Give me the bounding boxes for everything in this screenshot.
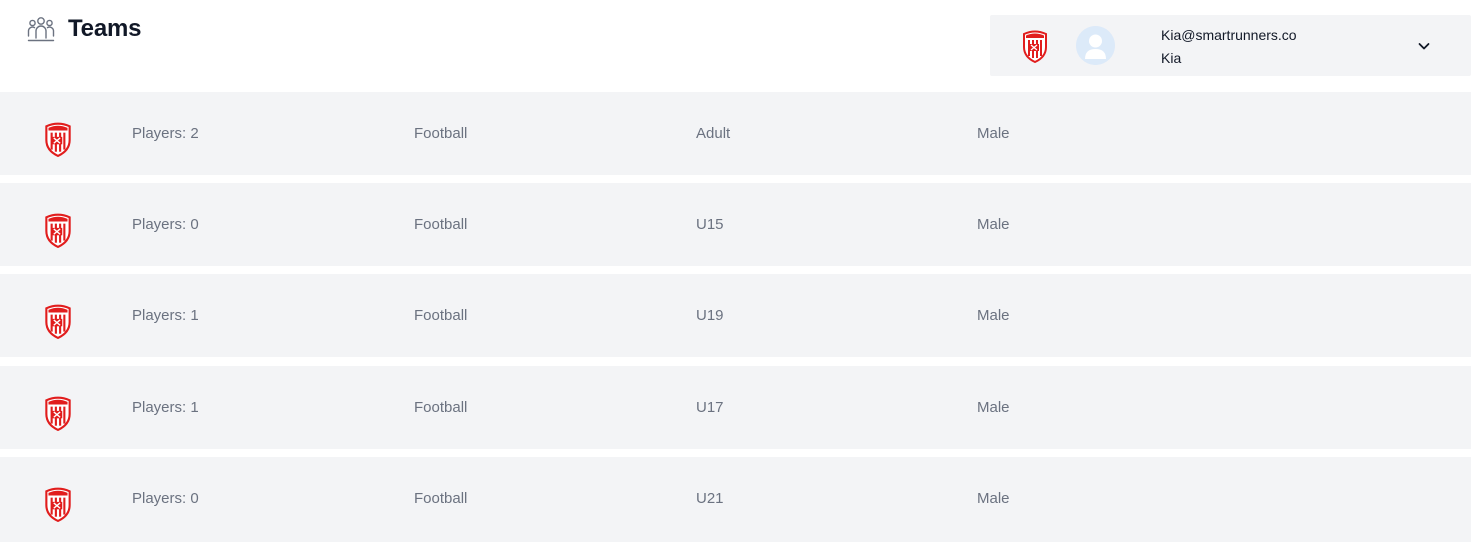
team-gender: Male <box>977 307 1010 324</box>
user-avatar-icon <box>1076 26 1115 65</box>
team-crest-icon <box>45 396 71 431</box>
users-group-icon <box>27 17 55 42</box>
team-age-group: U17 <box>696 399 724 416</box>
team-sport: Football <box>414 216 468 233</box>
team-sport: Football <box>414 125 468 142</box>
team-sport: Football <box>414 490 468 507</box>
team-row[interactable]: Players: 1 Football U17 Male <box>0 366 1471 449</box>
page-title-group: Teams <box>26 14 141 44</box>
team-age-group: U19 <box>696 307 724 324</box>
user-name: Kia <box>1161 50 1182 66</box>
team-sport: Football <box>414 307 468 324</box>
team-players-count: Players: 1 <box>132 399 199 416</box>
team-age-group: Adult <box>696 125 731 142</box>
chevron-down-icon[interactable] <box>1417 39 1431 53</box>
team-players-count: Players: 2 <box>132 125 199 142</box>
team-crest-icon <box>45 487 71 522</box>
team-gender: Male <box>977 125 1010 142</box>
team-age-group: U21 <box>696 490 724 507</box>
user-menu[interactable]: Kia@smartrunners.co Kia <box>990 15 1471 76</box>
team-gender: Male <box>977 216 1010 233</box>
team-sport: Football <box>414 399 468 416</box>
avatar[interactable] <box>1076 26 1115 65</box>
club-crest-icon <box>1023 30 1047 63</box>
team-gender: Male <box>977 490 1010 507</box>
team-players-count: Players: 1 <box>132 307 199 324</box>
team-row[interactable]: Players: 0 Football U15 Male <box>0 183 1471 266</box>
team-crest-icon <box>45 304 71 339</box>
team-crest-icon <box>45 122 71 157</box>
team-row[interactable]: Players: 1 Football U19 Male <box>0 274 1471 357</box>
top-header: Teams Kia@smartrunners.co Kia <box>0 0 1471 92</box>
team-row[interactable]: Players: 0 Football U21 Male <box>0 457 1471 542</box>
team-players-count: Players: 0 <box>132 216 199 233</box>
team-gender: Male <box>977 399 1010 416</box>
team-row[interactable]: Players: 2 Football Adult Male <box>0 92 1471 175</box>
team-crest-icon <box>45 213 71 248</box>
page-title: Teams <box>68 15 142 42</box>
team-age-group: U15 <box>696 216 724 233</box>
user-email: Kia@smartrunners.co <box>1161 27 1297 43</box>
team-players-count: Players: 0 <box>132 490 199 507</box>
